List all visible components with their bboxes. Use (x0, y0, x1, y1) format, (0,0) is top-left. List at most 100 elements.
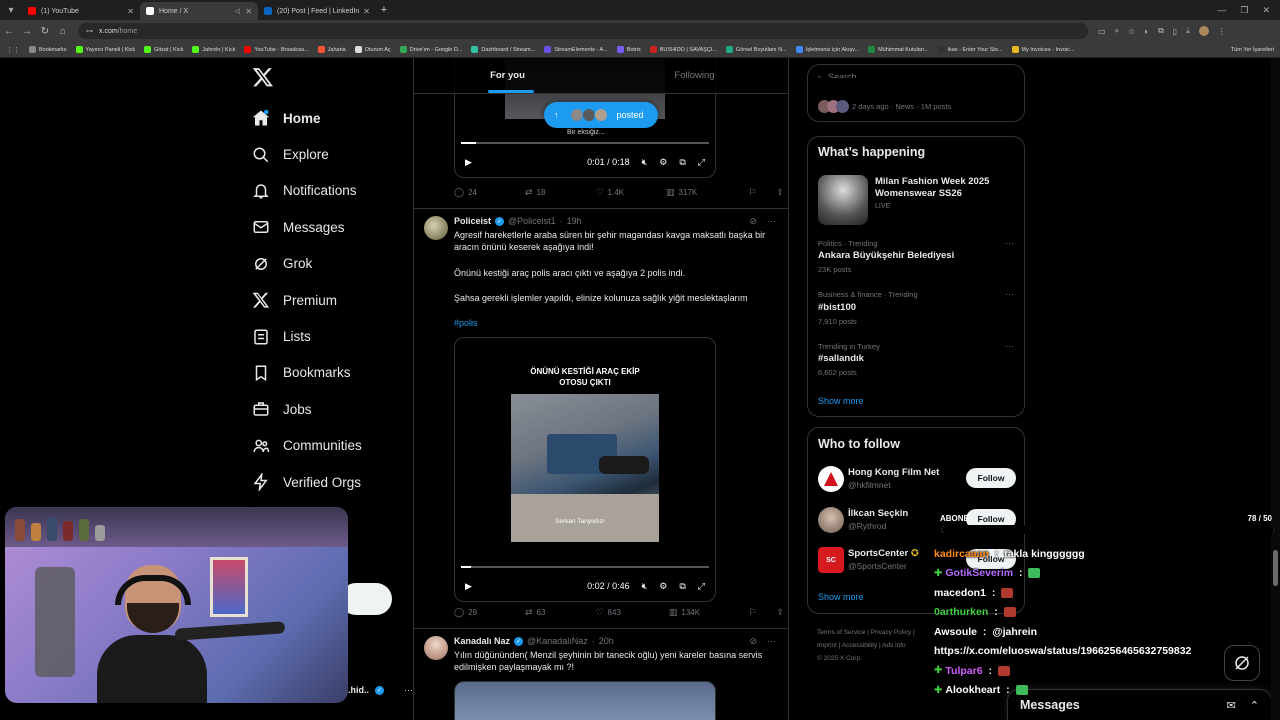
reply-button[interactable]: ◯ 24 (454, 187, 477, 198)
post-time[interactable]: 19h (567, 216, 582, 226)
nav-item-home[interactable]: Home (252, 100, 362, 136)
bookmark-item[interactable]: Botrix (616, 46, 641, 53)
new-tab-button[interactable]: + (376, 4, 392, 16)
new-message-icon[interactable]: ✉ (1227, 699, 1236, 712)
home-page-icon[interactable]: ⌂ (54, 26, 72, 37)
views-button[interactable]: ▥ 317K (666, 187, 697, 198)
forward-icon[interactable]: → (18, 26, 36, 37)
nav-item-communities[interactable]: Communities (252, 428, 362, 464)
reload-icon[interactable]: ↻ (36, 26, 54, 37)
bookmark-item[interactable]: Oturum Aç (354, 46, 391, 53)
trend-name[interactable]: Ankara Büyükşehir Belediyesi (818, 250, 954, 261)
bookmark-item[interactable]: YouTube - Broadcas... (244, 46, 309, 53)
tab-audio-icon[interactable]: ◁ (235, 7, 240, 15)
bookmark-item[interactable]: Bookmarks (29, 46, 67, 53)
new-posts-pill[interactable]: ↑ posted (544, 102, 658, 128)
nav-item-explore[interactable]: Explore (252, 136, 362, 172)
more-icon[interactable]: ··· (1005, 289, 1014, 299)
bookmark-item[interactable]: Dashboard / Stream... (471, 46, 535, 53)
tab-for-you[interactable]: For you (414, 58, 601, 93)
video-progress[interactable] (461, 142, 709, 144)
ext1-icon[interactable]: ◐ (1144, 27, 1149, 36)
trend-name[interactable]: #bist100 (818, 302, 856, 313)
nav-item-notifications[interactable]: Notifications (252, 173, 362, 209)
more-icon[interactable]: ··· (767, 636, 776, 647)
bookmark-item[interactable]: StreamElements - A... (544, 46, 608, 53)
share-button[interactable]: ⇪ (776, 187, 784, 198)
tab-search-icon[interactable]: ▾ (0, 0, 22, 20)
repost-button[interactable]: ⇄ 63 (525, 607, 545, 618)
author-name[interactable]: Kanadalı Naz (454, 636, 510, 646)
volume-icon[interactable]: 🔇︎ (642, 581, 648, 592)
grok-icon[interactable]: ⊘ (749, 636, 757, 647)
settings-icon[interactable]: ⚙ (659, 157, 667, 168)
bookmark-item[interactable]: Gitzat | Kick (144, 46, 183, 53)
nav-item-premium[interactable]: Premium (252, 282, 362, 318)
author-handle[interactable]: @Policeist1 (508, 216, 556, 226)
show-more-link[interactable]: Show more (818, 592, 864, 602)
nav-item-verified-orgs[interactable]: Verified Orgs (252, 464, 362, 500)
like-button[interactable]: ♡ 1.4K (595, 187, 624, 198)
show-more-link[interactable]: Show more (818, 396, 864, 406)
all-bookmarks[interactable]: Tüm Yer İşaretleri (1231, 47, 1280, 53)
maximize-icon[interactable]: ❐ (1240, 5, 1248, 16)
expand-icon[interactable]: ⌃ (1250, 699, 1259, 712)
back-icon[interactable]: ← (0, 26, 18, 37)
apps-icon[interactable]: ⋮⋮ (6, 46, 20, 54)
play-icon[interactable]: ▶ (465, 157, 472, 168)
reply-button[interactable]: ◯ 29 (454, 607, 477, 618)
trend-name[interactable]: #sallandık (818, 353, 864, 364)
tweet2-video[interactable]: ÖNÜNÜ KESTİĞİ ARAÇ EKİP OTOSU ÇIKTI Serk… (454, 337, 716, 602)
browser-tab[interactable]: (20) Post | Feed | LinkedIn ✕ (258, 2, 376, 20)
post-time[interactable]: 20h (599, 636, 614, 646)
repost-button[interactable]: ⇄ 18 (525, 187, 545, 198)
star-icon[interactable]: ☆ (1128, 27, 1135, 36)
play-icon[interactable]: ▶ (465, 581, 472, 592)
author-handle[interactable]: @KanadalıNaz (527, 636, 588, 646)
bookmark-item[interactable]: BUSHIDO | SAVAŞÇI... (649, 46, 717, 53)
tab-close-icon[interactable]: ✕ (363, 7, 370, 16)
bookmark-item[interactable]: ikas - Enter Your Sto... (937, 46, 1003, 53)
sidepanel-icon[interactable]: ▯ (1173, 27, 1177, 36)
site-info-icon[interactable]: ⊶ (86, 27, 93, 35)
tweet2-avatar[interactable] (424, 216, 448, 240)
tab-following[interactable]: Following (601, 58, 788, 93)
zoom-icon[interactable]: ⌕ (1115, 26, 1119, 36)
extensions-icon[interactable]: ⧉ (1158, 26, 1164, 36)
follow-button[interactable]: Follow (966, 468, 1016, 488)
browser-tab[interactable]: (1) YouTube ✕ (22, 2, 140, 20)
bookmark-item[interactable]: My Invoices - Invoic... (1011, 46, 1074, 53)
menu-icon[interactable]: ⋮ (1218, 27, 1226, 36)
x-logo-icon[interactable] (252, 66, 274, 88)
nav-item-lists[interactable]: Lists (252, 318, 362, 354)
event-image[interactable] (818, 175, 868, 225)
tweet3-avatar[interactable] (424, 636, 448, 660)
minimize-icon[interactable]: — (1217, 5, 1226, 16)
bookmark-item[interactable]: Görsel Boyutlanı N... (725, 46, 787, 53)
more-icon[interactable]: ··· (1005, 341, 1014, 351)
browser-tab[interactable]: Home / X ◁ ✕ (140, 2, 258, 20)
video-progress[interactable] (461, 566, 709, 568)
bookmark-item[interactable]: Drive'ım - Google D... (399, 46, 462, 53)
tab-close-icon[interactable]: ✕ (245, 7, 252, 16)
fullscreen-icon[interactable]: ⤢ (698, 581, 705, 592)
views-button[interactable]: ▥ 134K (669, 607, 700, 618)
close-window-icon[interactable]: ✕ (1262, 5, 1270, 16)
nav-item-messages[interactable]: Messages (252, 209, 362, 245)
more-icon[interactable]: ··· (767, 216, 776, 227)
bookmark-item[interactable]: Jahreln | Kick (192, 46, 235, 53)
grok-icon[interactable]: ⊘ (749, 216, 757, 227)
follow-suggestion[interactable]: Hong Kong Film Net @hkfilmnet Follow (818, 464, 1018, 496)
news-card[interactable]: 2 days ago · News · 1M posts (807, 78, 1025, 122)
download-icon[interactable]: ⤓ (1186, 26, 1190, 36)
bookmark-item[interactable]: İşletmeniz için Akışv... (795, 46, 859, 53)
volume-icon[interactable]: 🔇︎ (642, 157, 648, 168)
bookmark-item[interactable]: Jaharia (317, 46, 346, 53)
more-icon[interactable]: ··· (404, 685, 413, 695)
hashtag-link[interactable]: #polis (454, 318, 478, 328)
bookmark-item[interactable]: Yayıncı Paneli | Kick (75, 46, 135, 53)
nav-item-grok[interactable]: Grok (252, 246, 362, 282)
bookmark-item[interactable]: Mühimmat Kutuları... (868, 46, 929, 53)
tab-close-icon[interactable]: ✕ (127, 7, 134, 16)
share-button[interactable]: ⇪ (776, 607, 784, 618)
